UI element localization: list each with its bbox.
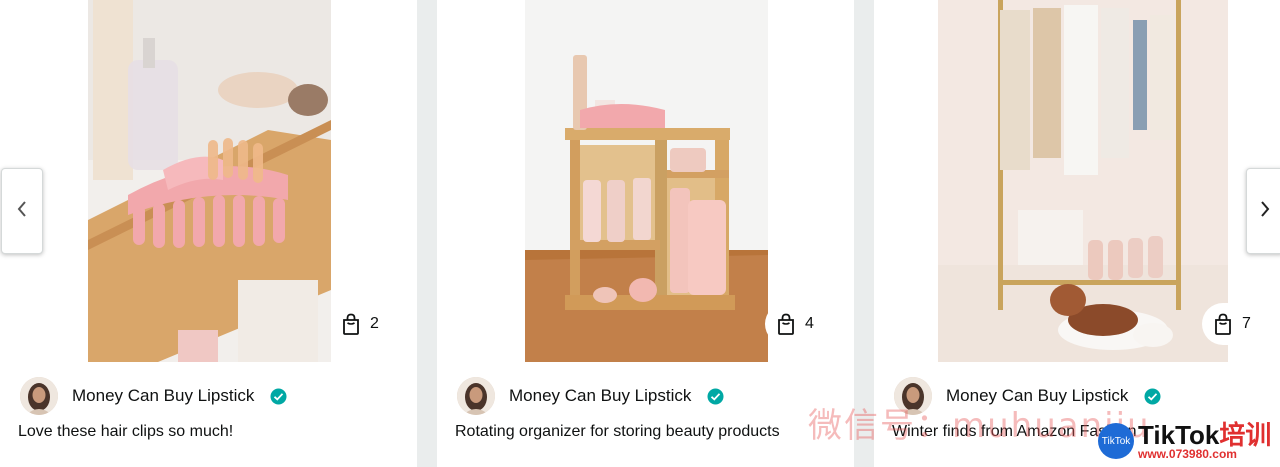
- tiktok-badge-icon: TikTok: [1098, 423, 1134, 459]
- product-count-badge[interactable]: 2: [330, 303, 396, 345]
- shopping-bag-icon: [1214, 313, 1232, 335]
- tiktok-logo-word: TikTok: [1138, 420, 1220, 450]
- author-name[interactable]: Money Can Buy Lipstick: [72, 386, 254, 406]
- inspiration-carousel: 2 Money Can Buy Lipstick Love these hair…: [0, 0, 1280, 467]
- post-card[interactable]: 2 Money Can Buy Lipstick Love these hair…: [0, 0, 417, 467]
- chevron-left-icon: [16, 200, 28, 223]
- tiktok-logo-url: www.073980.com: [1138, 447, 1237, 461]
- chevron-right-icon: [1259, 200, 1271, 223]
- tiktok-logo-cn: 培训: [1219, 420, 1272, 450]
- post-card[interactable]: 4 Money Can Buy Lipstick Rotating organi…: [437, 0, 854, 467]
- post-image-organizer[interactable]: [525, 0, 768, 362]
- shopping-bag-icon: [342, 313, 360, 335]
- post-image-clothing-rack[interactable]: [938, 0, 1228, 362]
- author-name[interactable]: Money Can Buy Lipstick: [509, 386, 691, 406]
- post-card[interactable]: 7 Money Can Buy Lipstick Winter finds fr…: [874, 0, 1280, 467]
- product-count: 4: [805, 315, 814, 332]
- post-caption[interactable]: Rotating organizer for storing beauty pr…: [455, 423, 780, 441]
- author-avatar[interactable]: [20, 377, 58, 415]
- verified-badge-icon: [707, 388, 724, 405]
- product-count: 7: [1242, 315, 1251, 332]
- author-row[interactable]: Money Can Buy Lipstick: [20, 377, 287, 415]
- post-caption[interactable]: Love these hair clips so much!: [18, 423, 233, 441]
- verified-badge-icon: [270, 388, 287, 405]
- carousel-next-button[interactable]: [1246, 168, 1280, 254]
- post-image-hair-clip[interactable]: [88, 0, 331, 362]
- product-count-badge[interactable]: 7: [1202, 303, 1268, 345]
- shopping-bag-icon: [777, 313, 795, 335]
- product-count-badge[interactable]: 4: [765, 303, 831, 345]
- product-count: 2: [370, 315, 379, 332]
- author-avatar[interactable]: [457, 377, 495, 415]
- carousel-prev-button[interactable]: [1, 168, 43, 254]
- author-row[interactable]: Money Can Buy Lipstick: [457, 377, 724, 415]
- watermark-logo: TikTok TikTok培训 www.073980.com: [1098, 420, 1271, 462]
